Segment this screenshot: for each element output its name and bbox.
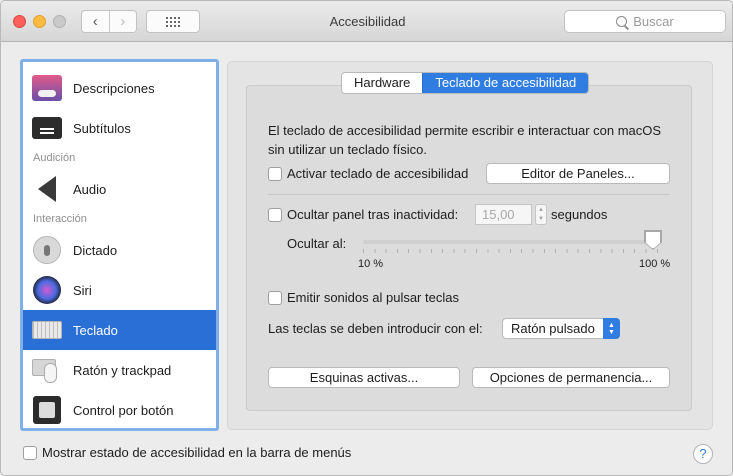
play-sounds-label: Emitir sonidos al pulsar teclas bbox=[287, 290, 459, 305]
slider-ticks bbox=[363, 249, 659, 253]
stepper-up-icon: ▲ bbox=[538, 206, 544, 213]
play-sounds-row[interactable]: Emitir sonidos al pulsar teclas bbox=[268, 290, 459, 305]
input-method-value: Ratón pulsado bbox=[511, 321, 595, 336]
stepper-down-icon: ▼ bbox=[538, 216, 544, 223]
category-sidebar[interactable]: Descripciones Subtítulos Audición Audio … bbox=[20, 59, 219, 431]
show-status-checkbox[interactable] bbox=[23, 445, 37, 460]
separator bbox=[268, 194, 670, 195]
slider-max-label: 100 % bbox=[639, 258, 671, 270]
sidebar-item-subtitulos[interactable]: Subtítulos bbox=[23, 108, 216, 148]
mouse-trackpad-icon bbox=[32, 357, 62, 383]
tab-teclado-accesibilidad[interactable]: Teclado de accesibilidad bbox=[422, 73, 589, 93]
subtitles-icon bbox=[32, 117, 62, 139]
sidebar-item-audio[interactable]: Audio bbox=[23, 169, 216, 209]
show-status-label: Mostrar estado de accesibilidad en la ba… bbox=[42, 445, 352, 460]
search-placeholder: Buscar bbox=[633, 14, 674, 29]
enable-keyboard-label: Activar teclado de accesibilidad bbox=[287, 166, 469, 181]
descriptions-icon bbox=[32, 75, 62, 101]
sidebar-item-descripciones[interactable]: Descripciones bbox=[23, 68, 216, 108]
hot-corners-button[interactable]: Esquinas activas... bbox=[268, 367, 460, 388]
sidebar-item-label: Ratón y trackpad bbox=[73, 362, 172, 378]
sidebar-item-label: Dictado bbox=[73, 242, 118, 258]
panel-editor-button[interactable]: Editor de Paneles... bbox=[486, 163, 670, 184]
tab-hardware[interactable]: Hardware bbox=[342, 73, 422, 93]
section-header-interaccion: Interacción bbox=[33, 213, 87, 225]
enable-keyboard-row[interactable]: Activar teclado de accesibilidad bbox=[268, 166, 468, 181]
hide-opacity-slider-track[interactable] bbox=[363, 240, 659, 244]
microphone-icon bbox=[33, 236, 61, 264]
chevron-updown-icon: ▲ ▼ bbox=[603, 318, 620, 339]
hide-seconds-stepper[interactable]: ▲ ▼ bbox=[535, 204, 547, 225]
sidebar-item-siri[interactable]: Siri bbox=[23, 270, 216, 310]
sidebar-item-teclado[interactable]: Teclado bbox=[23, 310, 216, 350]
input-method-label: Las teclas se deben introducir con el: bbox=[268, 321, 483, 336]
keyboard-icon bbox=[32, 321, 62, 339]
slider-min-label: 10 % bbox=[358, 258, 384, 270]
sidebar-item-label: Control por botón bbox=[73, 402, 174, 418]
switch-control-icon bbox=[33, 396, 61, 424]
sidebar-item-label: Descripciones bbox=[73, 80, 155, 96]
hide-at-label: Ocultar al: bbox=[287, 236, 347, 251]
title-bar: ‹ › Accesibilidad Buscar bbox=[1, 1, 732, 42]
tab-bar: Hardware Teclado de accesibilidad bbox=[341, 72, 590, 94]
sidebar-item-raton-trackpad[interactable]: Ratón y trackpad bbox=[23, 350, 216, 390]
siri-icon bbox=[33, 276, 61, 304]
seconds-label: segundos bbox=[551, 207, 608, 222]
dwell-options-button[interactable]: Opciones de permanencia... bbox=[472, 367, 670, 388]
sidebar-item-control-por-boton[interactable]: Control por botón bbox=[23, 390, 216, 428]
section-header-audicion: Audición bbox=[33, 152, 76, 164]
input-method-popup[interactable]: Ratón pulsado ▲ ▼ bbox=[502, 318, 620, 339]
sidebar-item-label: Teclado bbox=[73, 322, 118, 338]
help-button[interactable]: ? bbox=[693, 444, 713, 464]
keyboard-description: El teclado de accesibilidad permite escr… bbox=[268, 123, 662, 157]
search-field[interactable]: Buscar bbox=[564, 10, 726, 33]
show-status-row[interactable]: Mostrar estado de accesibilidad en la ba… bbox=[23, 445, 351, 460]
preferences-window: ‹ › Accesibilidad Buscar Descripciones S… bbox=[0, 0, 733, 476]
search-icon bbox=[616, 16, 628, 27]
sidebar-item-label: Siri bbox=[73, 282, 92, 298]
sidebar-item-label: Subtítulos bbox=[73, 120, 131, 136]
sidebar-item-dictado[interactable]: Dictado bbox=[23, 230, 216, 270]
hide-panel-label: Ocultar panel tras inactividad: bbox=[287, 207, 459, 222]
hide-seconds-field[interactable]: 15,00 bbox=[475, 204, 532, 225]
sidebar-item-label: Audio bbox=[73, 181, 107, 197]
enable-keyboard-checkbox[interactable] bbox=[268, 166, 282, 181]
hide-panel-row[interactable]: Ocultar panel tras inactividad: bbox=[268, 207, 458, 222]
speaker-icon bbox=[38, 176, 56, 202]
hide-panel-checkbox[interactable] bbox=[268, 207, 282, 222]
play-sounds-checkbox[interactable] bbox=[268, 290, 282, 305]
